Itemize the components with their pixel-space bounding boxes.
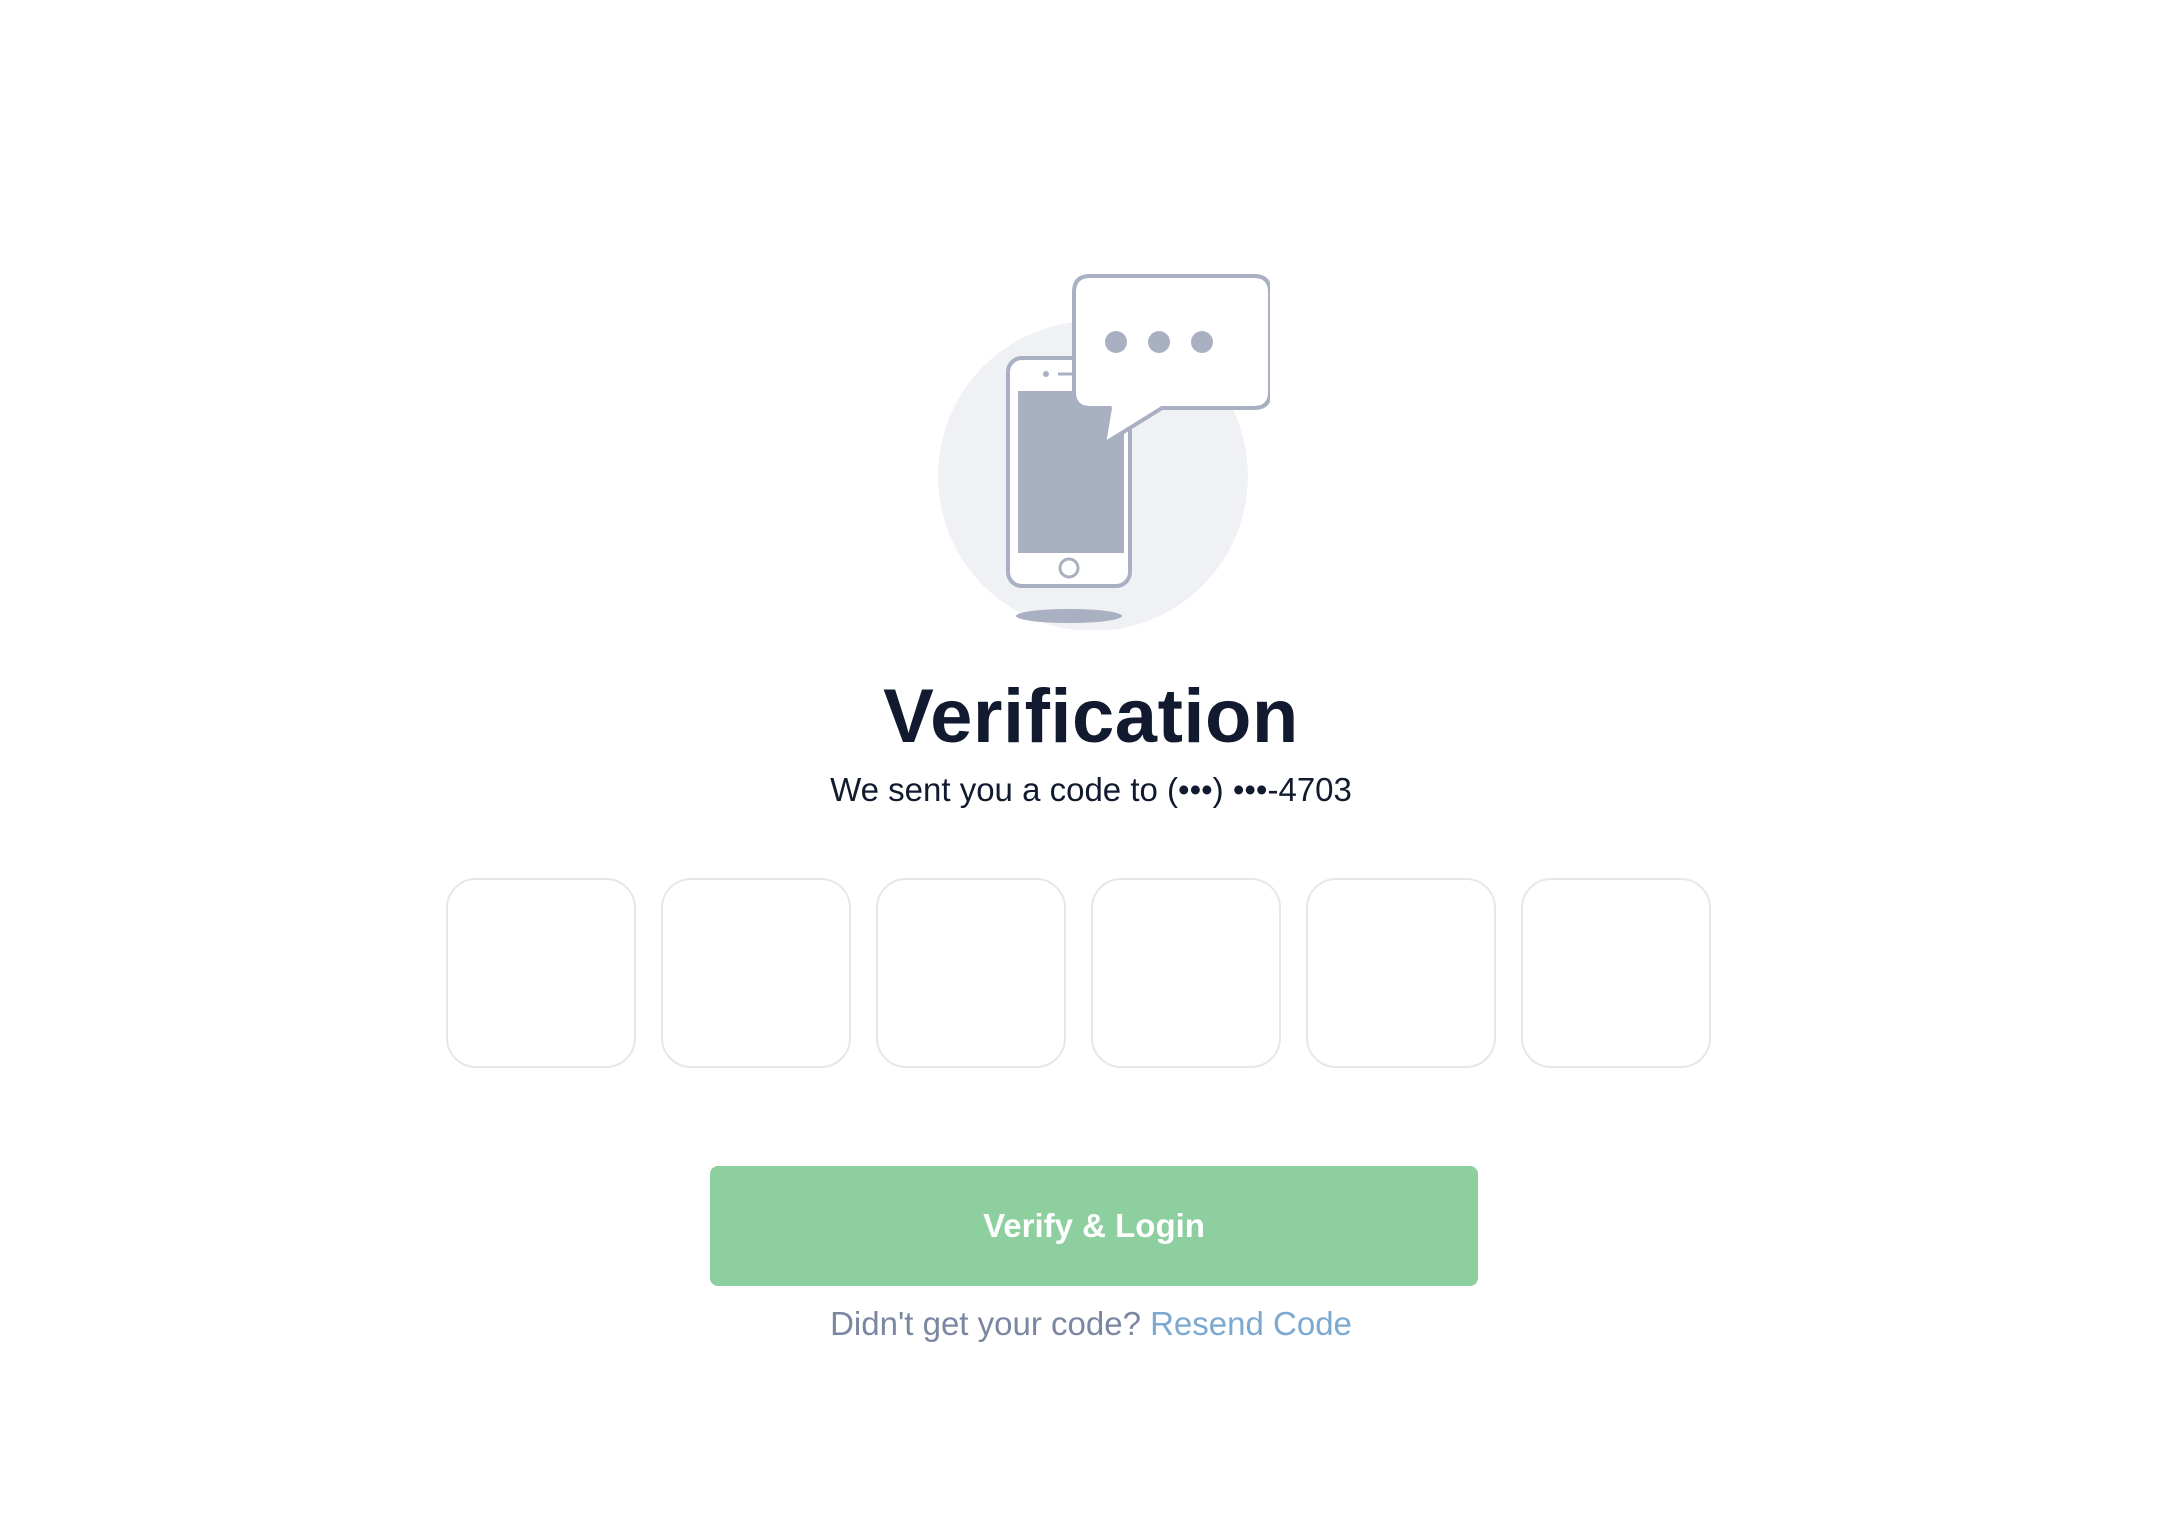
resend-code-link[interactable]: Resend Code xyxy=(1150,1305,1352,1342)
otp-input-group xyxy=(446,878,1711,1068)
bubble-dot xyxy=(1105,331,1127,353)
resend-row: Didn't get your code? Resend Code xyxy=(0,1302,2182,1346)
phone-shadow xyxy=(1016,609,1122,623)
otp-digit-2[interactable] xyxy=(661,878,851,1068)
phone-home-button xyxy=(1058,557,1080,579)
otp-digit-4[interactable] xyxy=(1091,878,1281,1068)
otp-digit-1[interactable] xyxy=(446,878,636,1068)
verification-page: Verification We sent you a code to (•••)… xyxy=(0,0,2182,1522)
otp-digit-3[interactable] xyxy=(876,878,1066,1068)
phone-message-icon xyxy=(938,274,1270,630)
bubble-dot xyxy=(1191,331,1213,353)
otp-digit-6[interactable] xyxy=(1521,878,1711,1068)
page-title: Verification xyxy=(883,674,1299,759)
bubble-dot xyxy=(1148,331,1170,353)
resend-prompt-text: Didn't get your code? xyxy=(830,1305,1141,1342)
verify-login-button[interactable]: Verify & Login xyxy=(710,1166,1478,1286)
otp-digit-5[interactable] xyxy=(1306,878,1496,1068)
code-sent-message: We sent you a code to (•••) •••-4703 xyxy=(830,771,1352,808)
